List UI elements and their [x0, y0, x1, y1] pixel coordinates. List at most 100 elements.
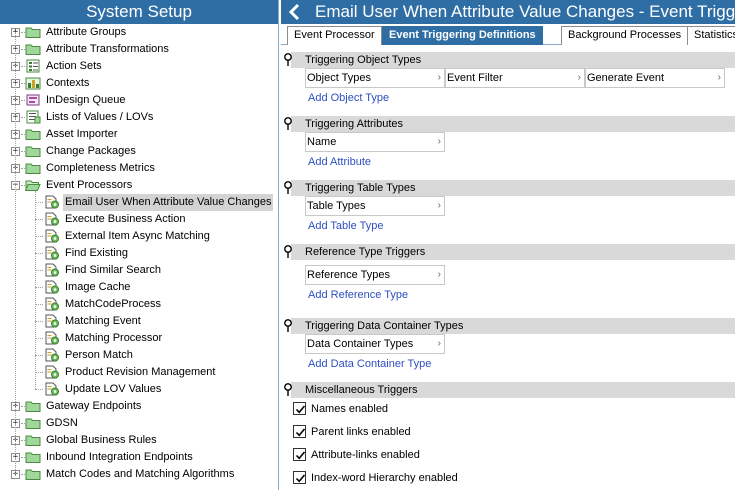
tree-item[interactable]: + Change Packages	[0, 143, 278, 160]
tree-item[interactable]: + GDSN	[0, 415, 278, 432]
tree-item[interactable]: Image Cache	[0, 279, 278, 296]
tree-item[interactable]: + Contexts	[0, 75, 278, 92]
index-word-hierarchy-enabled-checkbox[interactable]	[293, 471, 306, 484]
column-data-container-types[interactable]: Data Container Types ›	[305, 334, 445, 354]
tab-event-processor[interactable]: Event Processor	[287, 26, 382, 45]
folder-icon	[25, 416, 41, 430]
tree-item[interactable]: Email User When Attribute Value Changes	[0, 194, 278, 211]
tree-item[interactable]: Product Revision Management	[0, 364, 278, 381]
tree-item-label: Matching Processor	[65, 332, 163, 344]
column-table-types[interactable]: Table Types ›	[305, 196, 445, 216]
tree-item-label: MatchCodeProcess	[65, 298, 161, 310]
add-attribute-link[interactable]: Add Attribute	[308, 156, 371, 168]
tree-item-label: Attribute Transformations	[46, 43, 169, 55]
add-table-type-link[interactable]: Add Table Type	[308, 220, 383, 232]
column-object-types[interactable]: Object Types ›	[305, 68, 445, 88]
editor-tabs: Event Processor Event Triggering Definit…	[281, 24, 735, 45]
tree-item[interactable]: + Global Business Rules	[0, 432, 278, 449]
tree-item-label: Person Match	[65, 349, 133, 361]
tree-item-label: Global Business Rules	[46, 434, 157, 446]
tree-item-label: Event Processors	[46, 179, 133, 191]
triggering-definitions-content: Triggering Object Types Object Types › Ev…	[281, 45, 735, 490]
tree-item[interactable]: Matching Event	[0, 313, 278, 330]
tree-item-label: Match Codes and Matching Algorithms	[46, 468, 235, 480]
folder-icon	[25, 42, 41, 56]
tree-item[interactable]: MatchCodeProcess	[0, 296, 278, 313]
section-title: Triggering Table Types	[305, 182, 416, 194]
section-title: Triggering Attributes	[305, 118, 404, 130]
add-reference-type-link[interactable]: Add Reference Type	[308, 289, 408, 301]
column-reference-types[interactable]: Reference Types ›	[305, 265, 445, 285]
tree-item-label: Action Sets	[46, 60, 102, 72]
tree-item-label: Attribute Groups	[46, 26, 127, 38]
tree-item-label: Lists of Values / LOVs	[46, 111, 154, 123]
section-header: Triggering Data Container Types	[284, 318, 735, 334]
column-event-filter[interactable]: Event Filter ›	[445, 68, 585, 88]
tree-item[interactable]: + Lists of Values / LOVs	[0, 109, 278, 126]
chevron-right-icon: ›	[437, 269, 441, 280]
parent-links-enabled-checkbox[interactable]	[293, 425, 306, 438]
tree-item[interactable]: + InDesign Queue	[0, 92, 278, 109]
pin-icon[interactable]	[283, 181, 293, 195]
names-enabled-checkbox[interactable]	[293, 402, 306, 415]
attribute-links-enabled-checkbox[interactable]	[293, 448, 306, 461]
folder-open-icon	[24, 178, 41, 192]
tree-item[interactable]: + Completeness Metrics	[0, 160, 278, 177]
back-arrow-icon[interactable]	[285, 0, 305, 24]
tree-item[interactable]: + Action Sets	[0, 58, 278, 75]
tree-item[interactable]: External Item Async Matching	[0, 228, 278, 245]
tree-item-label: Image Cache	[65, 281, 131, 293]
add-data-container-type-link[interactable]: Add Data Container Type	[308, 358, 431, 370]
tree-item[interactable]: + Attribute Transformations	[0, 41, 278, 58]
event-processor-icon	[44, 348, 60, 362]
pin-icon[interactable]	[283, 245, 293, 259]
pin-icon[interactable]	[283, 319, 293, 333]
tab-background-processes[interactable]: Background Processes	[561, 26, 689, 45]
chevron-right-icon: ›	[577, 72, 581, 83]
tree-item[interactable]: Update LOV Values	[0, 381, 278, 398]
tree-item[interactable]: + Match Codes and Matching Algorithms	[0, 466, 278, 483]
event-processor-icon	[44, 195, 60, 209]
tree-item-label: Matching Event	[65, 315, 141, 327]
tree-item-label: Completeness Metrics	[46, 162, 155, 174]
tree-item-label: Product Revision Management	[65, 366, 216, 378]
folder-icon	[25, 161, 41, 175]
action-set-icon	[25, 59, 41, 73]
tree-item[interactable]: Execute Business Action	[0, 211, 278, 228]
checkbox-label: Attribute-links enabled	[311, 449, 420, 461]
section-header: Triggering Attributes	[284, 116, 735, 132]
tree-item[interactable]: + Gateway Endpoints	[0, 398, 278, 415]
tree-item-label: GDSN	[46, 417, 78, 429]
tab-statistics[interactable]: Statistics	[687, 26, 735, 45]
tree-guide-line	[35, 191, 36, 389]
tree-item-label: Inbound Integration Endpoints	[46, 451, 193, 463]
tree-item[interactable]: + Inbound Integration Endpoints	[0, 449, 278, 466]
tree-connector	[35, 355, 43, 356]
system-setup-header: System Setup	[0, 0, 278, 24]
tree-connector	[35, 219, 43, 220]
tree-connector	[35, 389, 43, 390]
tree-item[interactable]: Matching Processor	[0, 330, 278, 347]
chevron-right-icon: ›	[437, 338, 441, 349]
tree-item[interactable]: Person Match	[0, 347, 278, 364]
tree-connector	[35, 270, 43, 271]
tree-item[interactable]: − Event Processors	[0, 177, 278, 194]
pin-icon[interactable]	[283, 117, 293, 131]
checkbox-label: Parent links enabled	[311, 426, 411, 438]
section-header: Triggering Object Types	[284, 52, 735, 68]
pin-icon[interactable]	[283, 53, 293, 67]
chevron-right-icon: ›	[437, 72, 441, 83]
tab-event-triggering-definitions[interactable]: Event Triggering Definitions	[382, 26, 543, 45]
column-generate-event[interactable]: Generate Event ›	[585, 68, 725, 88]
tree-item[interactable]: Find Similar Search	[0, 262, 278, 279]
pin-icon[interactable]	[283, 383, 293, 397]
add-object-type-link[interactable]: Add Object Type	[308, 92, 389, 104]
setup-tree: + Attribute Groups + Attribute Transformati…	[0, 24, 278, 480]
tree-item-label: InDesign Queue	[46, 94, 126, 106]
tree-item[interactable]: + Asset Importer	[0, 126, 278, 143]
tree-connector	[35, 202, 43, 203]
column-name[interactable]: Name ›	[305, 132, 445, 152]
tree-item[interactable]: + Attribute Groups	[0, 24, 278, 41]
tree-guide-line	[15, 32, 16, 474]
tree-item[interactable]: Find Existing	[0, 245, 278, 262]
